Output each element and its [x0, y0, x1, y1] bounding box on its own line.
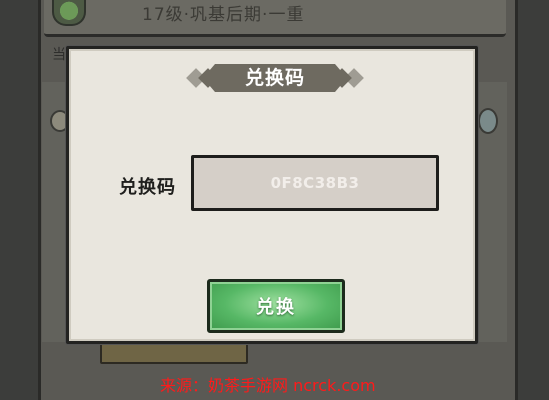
dialog-title: 兑换码: [244, 67, 305, 89]
realm-banner-text: 17级·巩基后期·一重: [142, 5, 305, 25]
redeem-button[interactable]: 兑换: [207, 279, 345, 333]
redeem-code-dialog: 兑换码 兑换码 兑换: [66, 46, 478, 344]
background-side-label: 当: [52, 47, 66, 63]
realm-emblem-icon: [52, 0, 86, 26]
background-right-orb-icon: [478, 108, 498, 134]
redeem-code-input[interactable]: [191, 155, 439, 211]
dialog-title-banner: 兑换码: [185, 61, 365, 95]
redeem-code-label: 兑换码: [119, 177, 176, 198]
source-watermark: 来源：奶茶手游网 ncrck.com: [160, 376, 376, 395]
